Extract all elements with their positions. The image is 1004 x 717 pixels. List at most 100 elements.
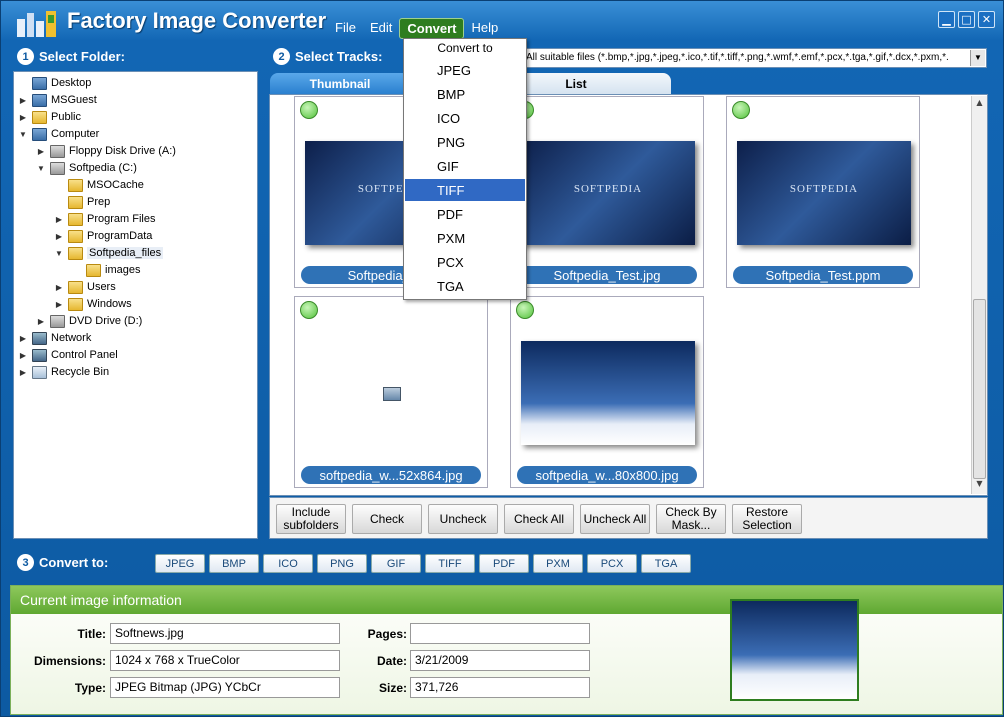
app-window: Factory Image Converter File Edit Conver… — [0, 0, 1004, 717]
tree-item-softpedia-files[interactable]: ▼ Softpedia_files — [54, 245, 164, 261]
expand-arrow-icon[interactable]: ▶ — [18, 334, 28, 343]
expand-arrow-icon[interactable]: ▶ — [18, 351, 28, 360]
thumbnail-caption: Softpedia_Test.jpg — [517, 266, 697, 284]
format-pcx-button[interactable]: PCX — [587, 554, 637, 573]
expand-arrow-icon[interactable]: ▶ — [54, 300, 64, 309]
format-pxm-button[interactable]: PXM — [533, 554, 583, 573]
format-pdf-button[interactable]: PDF — [479, 554, 529, 573]
collapse-arrow-icon[interactable]: ▼ — [36, 164, 46, 173]
tree-item-softpedia-c[interactable]: ▼ Softpedia (C:) — [36, 160, 137, 176]
checked-indicator-icon[interactable] — [300, 301, 318, 319]
minimize-button[interactable]: ▁ — [938, 11, 955, 28]
thumbnail-caption: softpedia_w...80x800.jpg — [517, 466, 697, 484]
tree-item-msocache[interactable]: MSOCache — [54, 177, 144, 193]
expand-arrow-icon[interactable]: ▶ — [18, 368, 28, 377]
folder-icon — [68, 195, 83, 209]
tree-item-control-panel[interactable]: ▶ Control Panel — [18, 347, 118, 363]
tree-item-network[interactable]: ▶ Network — [18, 330, 91, 346]
convert-menu-pdf[interactable]: PDF — [405, 203, 525, 225]
step-number: 1 — [17, 48, 34, 65]
convert-menu-gif[interactable]: GIF — [405, 155, 525, 177]
tree-item-public[interactable]: ▶ Public — [18, 109, 81, 125]
thumbnail-card[interactable]: SOFTPEDIA Softpedia_Test.ppm — [726, 96, 920, 288]
scroll-thumb[interactable] — [973, 299, 986, 479]
convert-menu-pxm[interactable]: PXM — [405, 227, 525, 249]
tree-item-prep[interactable]: Prep — [54, 194, 110, 210]
format-tiff-button[interactable]: TIFF — [425, 554, 475, 573]
expand-arrow-icon[interactable]: ▶ — [36, 317, 46, 326]
folder-icon — [32, 110, 47, 124]
maximize-button[interactable]: □ — [958, 11, 975, 28]
folder-icon — [68, 280, 83, 294]
expand-arrow-icon[interactable]: ▶ — [54, 283, 64, 292]
convert-menu-tiff[interactable]: TIFF — [405, 179, 525, 201]
expand-arrow-icon[interactable]: ▶ — [54, 232, 64, 241]
collapse-arrow-icon[interactable]: ▼ — [18, 130, 28, 139]
uncheck-all-button[interactable]: Uncheck All — [580, 504, 650, 534]
tab-thumbnail[interactable]: Thumbnail — [270, 73, 410, 94]
image-preview — [730, 599, 859, 701]
uncheck-button[interactable]: Uncheck — [428, 504, 498, 534]
thumbnail-card[interactable]: SOFTPEDIA Softpedia_Test.jpg — [510, 96, 704, 288]
thumbnail-card[interactable]: softpedia_w...52x864.jpg — [294, 296, 488, 488]
menu-bar: File Edit Convert Help — [328, 18, 505, 39]
menu-help[interactable]: Help — [464, 18, 505, 39]
menu-edit[interactable]: Edit — [363, 18, 399, 39]
tree-item-dvd[interactable]: ▶ DVD Drive (D:) — [36, 313, 142, 329]
tree-item-floppy[interactable]: ▶ Floppy Disk Drive (A:) — [36, 143, 176, 159]
tree-item-programdata[interactable]: ▶ ProgramData — [54, 228, 152, 244]
format-jpeg-button[interactable]: JPEG — [155, 554, 205, 573]
chevron-down-icon[interactable]: ▼ — [970, 50, 985, 66]
format-tga-button[interactable]: TGA — [641, 554, 691, 573]
format-png-button[interactable]: PNG — [317, 554, 367, 573]
format-gif-button[interactable]: GIF — [371, 554, 421, 573]
restore-selection-button[interactable]: Restore Selection — [732, 504, 802, 534]
include-subfolders-button[interactable]: Include subfolders — [276, 504, 346, 534]
file-filter-select[interactable]: All suitable files (*.bmp,*.jpg,*.jpeg,*… — [521, 48, 987, 68]
tree-item-windows[interactable]: ▶ Windows — [54, 296, 132, 312]
vertical-scrollbar[interactable]: ▲ ▼ — [971, 96, 987, 494]
expand-arrow-icon[interactable]: ▶ — [18, 96, 28, 105]
check-button[interactable]: Check — [352, 504, 422, 534]
checked-indicator-icon[interactable] — [732, 101, 750, 119]
tree-item-users[interactable]: ▶ Users — [54, 279, 116, 295]
dimensions-label: Dimensions: — [33, 654, 106, 668]
step-number: 3 — [17, 554, 34, 571]
convert-menu-bmp[interactable]: BMP — [405, 83, 525, 105]
check-all-button[interactable]: Check All — [504, 504, 574, 534]
convert-menu-ico[interactable]: ICO — [405, 107, 525, 129]
expand-arrow-icon[interactable]: ▶ — [54, 215, 64, 224]
close-button[interactable]: ✕ — [978, 11, 995, 28]
convert-menu-png[interactable]: PNG — [405, 131, 525, 153]
format-bmp-button[interactable]: BMP — [209, 554, 259, 573]
factory-logo-icon — [17, 11, 56, 37]
floppy-icon — [50, 144, 65, 158]
folder-tree[interactable]: Desktop ▶ MSGuest ▶ Public ▼ Computer ▶ Flop… — [13, 71, 258, 539]
scroll-up-icon[interactable]: ▲ — [973, 98, 986, 111]
expand-arrow-icon[interactable]: ▶ — [36, 147, 46, 156]
expand-arrow-icon[interactable]: ▶ — [18, 113, 28, 122]
select-tracks-header: 2 Select Tracks: — [273, 48, 382, 65]
convert-menu-pcx[interactable]: PCX — [405, 251, 525, 273]
tree-item-desktop[interactable]: Desktop — [18, 75, 91, 91]
format-ico-button[interactable]: ICO — [263, 554, 313, 573]
convert-menu-jpeg[interactable]: JPEG — [405, 59, 525, 81]
check-by-mask-button[interactable]: Check By Mask... — [656, 504, 726, 534]
control-panel-icon — [32, 348, 47, 362]
tree-item-msguest[interactable]: ▶ MSGuest — [18, 92, 97, 108]
tree-item-computer[interactable]: ▼ Computer — [18, 126, 99, 142]
checked-indicator-icon[interactable] — [300, 101, 318, 119]
folder-icon — [68, 297, 83, 311]
monitor-icon — [32, 76, 47, 90]
checked-indicator-icon[interactable] — [516, 301, 534, 319]
menu-convert[interactable]: Convert — [399, 18, 465, 39]
collapse-arrow-icon[interactable]: ▼ — [54, 249, 64, 258]
menu-file[interactable]: File — [328, 18, 363, 39]
thumbnail-card[interactable]: softpedia_w...80x800.jpg — [510, 296, 704, 488]
convert-menu-tga[interactable]: TGA — [405, 275, 525, 297]
tree-item-program-files[interactable]: ▶ Program Files — [54, 211, 155, 227]
pages-value — [410, 623, 590, 644]
scroll-down-icon[interactable]: ▼ — [973, 479, 986, 492]
tree-item-images[interactable]: images — [72, 262, 140, 278]
tree-item-recycle-bin[interactable]: ▶ Recycle Bin — [18, 364, 109, 380]
